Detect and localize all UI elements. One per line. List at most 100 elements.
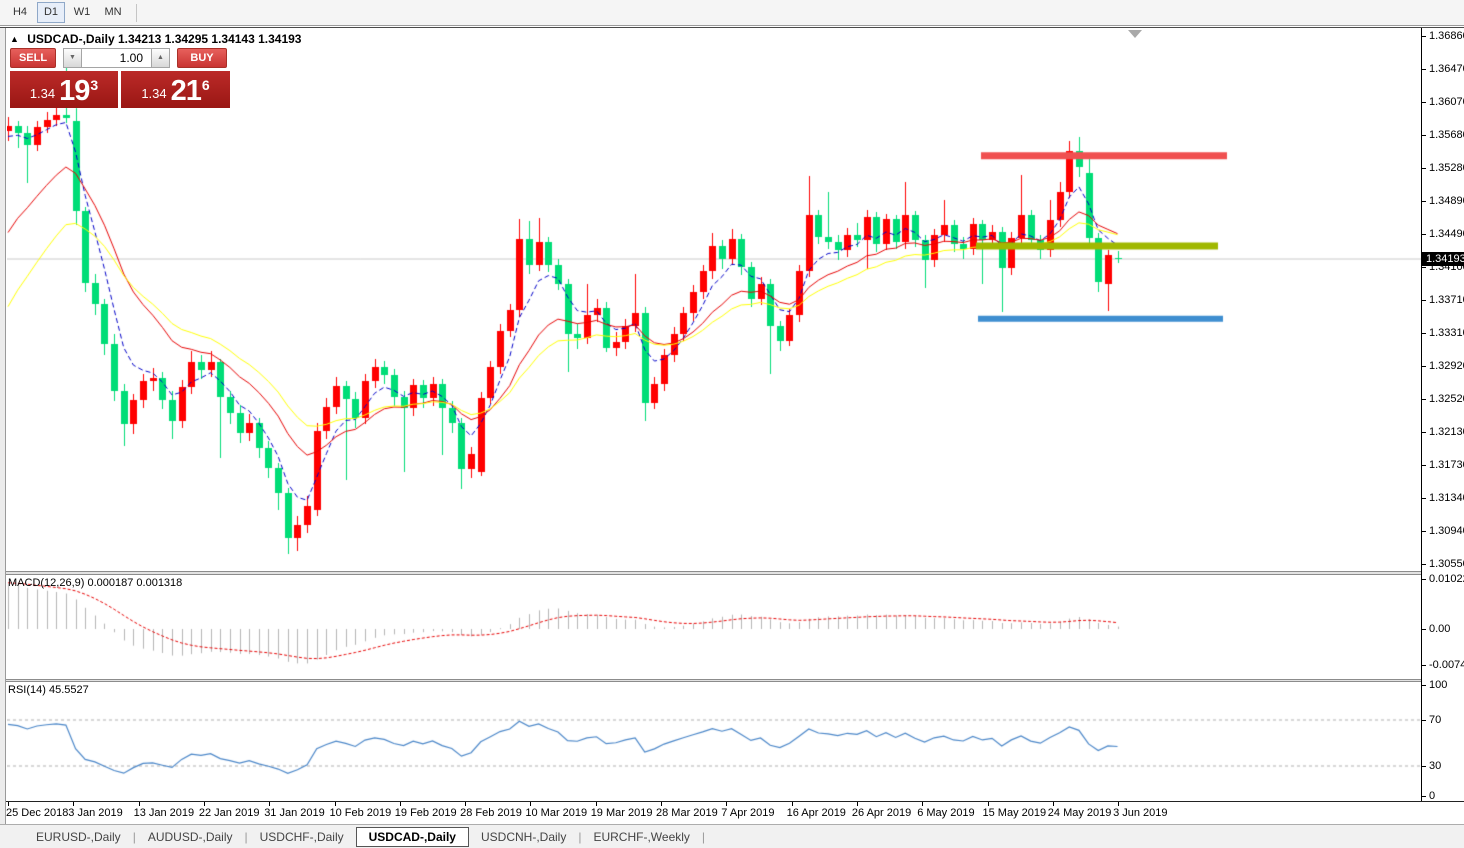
sell-quote-box[interactable]: 1.34 19 3 bbox=[10, 71, 118, 108]
price-axis-label: 1.35680 bbox=[1422, 129, 1464, 141]
date-axis-tick bbox=[596, 802, 597, 806]
date-axis-tick bbox=[1118, 802, 1119, 806]
date-axis-tick bbox=[335, 802, 336, 806]
price-axis-label: 1.31340 bbox=[1422, 492, 1464, 504]
sell-price-big: 19 bbox=[59, 78, 89, 104]
chart-title-arrow-icon: ▲ bbox=[10, 34, 19, 44]
date-axis-label: 3 Jan 2019 bbox=[68, 807, 122, 819]
chart-shift-marker-icon[interactable] bbox=[1128, 30, 1142, 38]
macd-pane[interactable] bbox=[7, 575, 1421, 679]
indicator-axis-label: 0.00 bbox=[1422, 623, 1464, 635]
date-axis-label: 19 Feb 2019 bbox=[395, 807, 457, 819]
date-axis-label: 26 Apr 2019 bbox=[852, 807, 911, 819]
indicator-axis-label: -0.007477 bbox=[1422, 659, 1464, 671]
volume-input[interactable] bbox=[82, 48, 151, 68]
date-axis-label: 16 Apr 2019 bbox=[787, 807, 846, 819]
price-axis-label: 1.31730 bbox=[1422, 459, 1464, 471]
date-axis-label: 28 Feb 2019 bbox=[460, 807, 522, 819]
symbol-tab-bar: EURUSD-,Daily | AUDUSD-,Daily | USDCHF-,… bbox=[0, 824, 1464, 848]
date-axis-label: 7 Apr 2019 bbox=[721, 807, 774, 819]
date-axis-tick bbox=[269, 802, 270, 806]
price-axis-label: 1.34490 bbox=[1422, 228, 1464, 240]
buy-button[interactable]: BUY bbox=[177, 48, 227, 68]
price-axis[interactable]: 1.34193 1.368601.364701.360701.356801.35… bbox=[1421, 28, 1464, 801]
tab-usdcad-daily[interactable]: USDCAD-,Daily bbox=[356, 827, 469, 847]
price-axis-label: 1.33710 bbox=[1422, 294, 1464, 306]
rsi-indicator-label: RSI(14) 45.5527 bbox=[8, 684, 89, 696]
price-axis-label: 1.30550 bbox=[1422, 558, 1464, 570]
tab-usdchf-daily[interactable]: USDCHF-,Daily bbox=[248, 828, 356, 846]
date-axis-label: 31 Jan 2019 bbox=[264, 807, 325, 819]
price-axis-label: 1.34100 bbox=[1422, 261, 1464, 273]
timeframe-toolbar: H4 D1 W1 MN bbox=[0, 0, 1464, 26]
date-axis[interactable]: 25 Dec 20183 Jan 2019 13 Jan 2019 22 Jan 2… bbox=[6, 801, 1464, 825]
date-axis-label: 19 Mar 2019 bbox=[591, 807, 653, 819]
price-axis-label: 1.36860 bbox=[1422, 30, 1464, 42]
date-axis-tick bbox=[400, 802, 401, 806]
date-axis-label: 15 May 2019 bbox=[983, 807, 1047, 819]
timeframe-button-mn[interactable]: MN bbox=[99, 2, 127, 23]
volume-increase-button[interactable]: ▲ bbox=[151, 48, 170, 68]
date-axis-tick bbox=[465, 802, 466, 806]
date-axis-label: 28 Mar 2019 bbox=[656, 807, 718, 819]
price-axis-label: 1.36470 bbox=[1422, 63, 1464, 75]
chart-window: ▲ USDCAD-,Daily 1.34213 1.34295 1.34143 … bbox=[0, 27, 1464, 824]
date-axis-tick bbox=[8, 802, 9, 806]
sell-price-prefix: 1.34 bbox=[30, 84, 55, 104]
main-chart-pane[interactable] bbox=[7, 31, 1421, 571]
buy-quote-box[interactable]: 1.34 21 6 bbox=[121, 71, 230, 108]
chart-symbol-label: USDCAD-,Daily bbox=[27, 32, 114, 46]
timeframe-button-w1[interactable]: W1 bbox=[68, 2, 96, 23]
price-axis-label: 1.33310 bbox=[1422, 327, 1464, 339]
date-axis-tick bbox=[661, 802, 662, 806]
date-axis-label: 24 May 2019 bbox=[1048, 807, 1112, 819]
price-axis-label: 1.30940 bbox=[1422, 525, 1464, 537]
date-axis-tick bbox=[988, 802, 989, 806]
price-axis-label: 1.35280 bbox=[1422, 162, 1464, 174]
buy-price-prefix: 1.34 bbox=[141, 84, 166, 104]
indicator-axis-label: 0.010229 bbox=[1422, 573, 1464, 585]
date-axis-tick bbox=[139, 802, 140, 806]
tab-usdcnh-daily[interactable]: USDCNH-,Daily bbox=[469, 828, 578, 846]
toolbar-separator bbox=[136, 4, 137, 22]
price-axis-label: 1.32130 bbox=[1422, 426, 1464, 438]
timeframe-button-d1[interactable]: D1 bbox=[37, 2, 65, 23]
tab-eurusd-daily[interactable]: EURUSD-,Daily bbox=[24, 828, 133, 846]
tab-audusd-daily[interactable]: AUDUSD-,Daily bbox=[136, 828, 245, 846]
tab-eurchf-weekly[interactable]: EURCHF-,Weekly bbox=[581, 828, 701, 846]
buy-price-pipette: 6 bbox=[202, 77, 210, 93]
price-axis-label: 1.34890 bbox=[1422, 195, 1464, 207]
rsi-pane[interactable] bbox=[7, 682, 1421, 801]
buy-price-big: 21 bbox=[171, 78, 201, 104]
price-axis-label: 1.36070 bbox=[1422, 96, 1464, 108]
date-axis-tick bbox=[857, 802, 858, 806]
window-left-frame bbox=[0, 28, 6, 825]
date-axis-label: 25 Dec 2018 bbox=[6, 807, 68, 819]
date-axis-label: 13 Jan 2019 bbox=[134, 807, 195, 819]
date-axis-label: 10 Mar 2019 bbox=[525, 807, 587, 819]
timeframe-button-h4[interactable]: H4 bbox=[6, 2, 34, 23]
one-click-trading-panel: SELL ▼ ▲ BUY 1.34 19 3 1.34 21 6 bbox=[10, 48, 230, 108]
date-axis-tick bbox=[530, 802, 531, 806]
date-axis-tick bbox=[1053, 802, 1054, 806]
date-axis-tick bbox=[922, 802, 923, 806]
chart-ohlc-values: 1.34213 1.34295 1.34143 1.34193 bbox=[118, 32, 302, 46]
date-axis-tick bbox=[204, 802, 205, 806]
date-axis-label: 3 Jun 2019 bbox=[1113, 807, 1167, 819]
tab-separator: | bbox=[702, 830, 705, 844]
price-axis-label: 1.32920 bbox=[1422, 360, 1464, 372]
volume-decrease-button[interactable]: ▼ bbox=[63, 48, 82, 68]
date-axis-tick bbox=[726, 802, 727, 806]
macd-indicator-label: MACD(12,26,9) 0.000187 0.001318 bbox=[8, 577, 182, 589]
indicator-axis-label: 70 bbox=[1422, 714, 1464, 726]
date-axis-label: 22 Jan 2019 bbox=[199, 807, 260, 819]
indicator-axis-label: 100 bbox=[1422, 679, 1464, 691]
chart-title: ▲ USDCAD-,Daily 1.34213 1.34295 1.34143 … bbox=[10, 32, 301, 46]
date-axis-label: 10 Feb 2019 bbox=[330, 807, 392, 819]
date-axis-label: 6 May 2019 bbox=[917, 807, 974, 819]
sell-price-pipette: 3 bbox=[90, 77, 98, 93]
date-axis-tick bbox=[73, 802, 74, 806]
date-axis-tick bbox=[792, 802, 793, 806]
sell-button[interactable]: SELL bbox=[10, 48, 56, 68]
price-axis-label: 1.32520 bbox=[1422, 393, 1464, 405]
